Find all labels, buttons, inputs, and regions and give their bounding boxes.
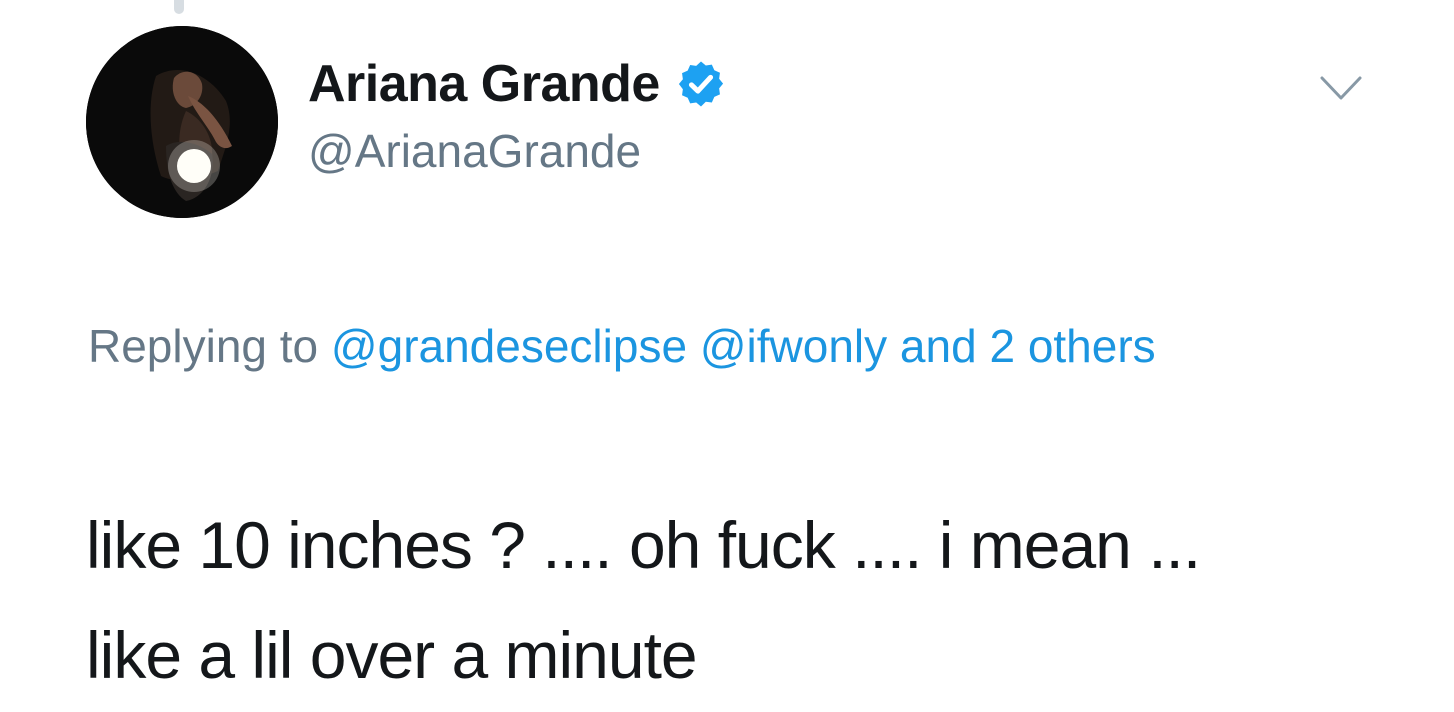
reply-prefix: Replying to bbox=[88, 320, 319, 372]
reply-others-link[interactable]: and 2 others bbox=[900, 320, 1156, 372]
verified-badge-icon bbox=[678, 61, 723, 107]
author-display-name[interactable]: Ariana Grande bbox=[308, 54, 726, 114]
thread-connector-line bbox=[174, 0, 184, 14]
mention-link-grandeseclipse[interactable]: @grandeseclipse bbox=[331, 320, 687, 372]
tweet-text-line-2: like a lil over a minute bbox=[86, 618, 698, 692]
tweet-card: Ariana Grande @ArianaGrande Replying to … bbox=[0, 0, 1454, 712]
mention-link-ifwonly[interactable]: @ifwonly bbox=[700, 320, 887, 372]
profile-photo-image bbox=[86, 26, 278, 218]
chevron-down-icon[interactable] bbox=[1320, 76, 1362, 102]
tweet-text: like 10 inches ? .... oh fuck .... i mea… bbox=[86, 490, 1406, 710]
tweet-text-line-1: like 10 inches ? .... oh fuck .... i mea… bbox=[86, 508, 1201, 582]
reply-context: Replying to @grandeseclipse @ifwonly and… bbox=[88, 306, 1348, 386]
display-name-text[interactable]: Ariana Grande bbox=[308, 54, 660, 114]
avatar[interactable] bbox=[86, 26, 278, 218]
author-handle[interactable]: @ArianaGrande bbox=[308, 124, 641, 178]
